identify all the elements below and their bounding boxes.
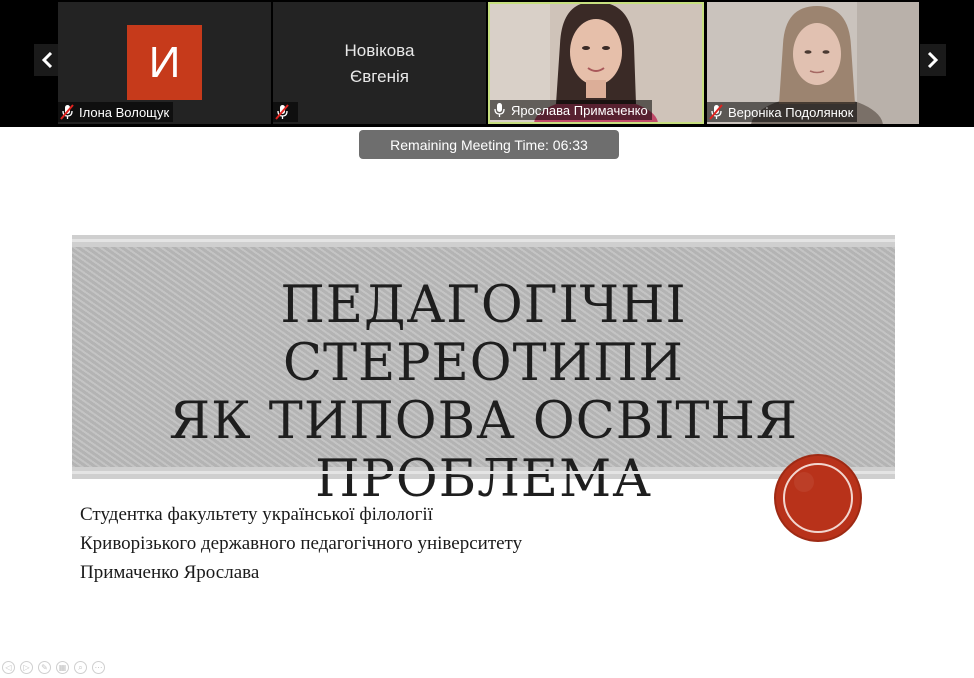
zoom-icon[interactable]: ⌕ xyxy=(74,661,87,674)
mic-muted-icon xyxy=(709,104,723,120)
mic-muted-icon xyxy=(275,104,289,120)
participant-name-label: Ілона Волощук xyxy=(58,102,174,122)
previous-participants-button[interactable] xyxy=(34,44,60,76)
participant-strip: И Ілона Волощук Новікова Євгенія Ярослав… xyxy=(0,0,974,127)
participant-display-name: Новікова Євгенія xyxy=(344,41,415,86)
banner-stripe-bottom xyxy=(72,471,895,474)
participant-name: Ярослава Примаченко xyxy=(511,102,648,118)
mic-icon xyxy=(494,103,505,117)
chevron-left-icon xyxy=(41,52,53,68)
slide-subtitle: Студентка факультету української філолог… xyxy=(80,504,523,583)
next-slide-icon[interactable]: ▷ xyxy=(20,661,33,674)
banner-inner: ПЕДАГОГІЧНІ СТЕРЕОТИПИ ЯК ТИПОВА ОСВІТНЯ… xyxy=(72,247,895,509)
participant-name-label: Вероніка Подолянюк xyxy=(707,102,858,122)
more-options-icon[interactable]: ⋯ xyxy=(92,661,105,674)
red-seal-icon xyxy=(774,454,862,542)
participant-name: Вероніка Подолянюк xyxy=(728,104,854,120)
remaining-meeting-time: Remaining Meeting Time: 06:33 xyxy=(359,130,619,159)
participant-name-label: Ярослава Примаченко xyxy=(490,100,652,120)
slide-title-banner: ПЕДАГОГІЧНІ СТЕРЕОТИПИ ЯК ТИПОВА ОСВІТНЯ… xyxy=(72,235,895,509)
next-participants-button[interactable] xyxy=(920,44,946,76)
participant-name-label xyxy=(273,102,298,122)
chevron-right-icon xyxy=(927,52,939,68)
pen-icon[interactable]: ✎ xyxy=(38,661,51,674)
participant-name: Ілона Волощук xyxy=(79,104,170,120)
previous-slide-icon[interactable]: ◁ xyxy=(2,661,15,674)
participant-tile-4[interactable]: Вероніка Подолянюк xyxy=(707,2,919,124)
slides-grid-icon[interactable]: ▦ xyxy=(56,661,69,674)
slide-title: ПЕДАГОГІЧНІ СТЕРЕОТИПИ ЯК ТИПОВА ОСВІТНЯ… xyxy=(168,276,799,509)
slideshow-toolbar: ◁ ▷ ✎ ▦ ⌕ ⋯ xyxy=(2,661,105,675)
mic-muted-icon xyxy=(60,104,74,120)
participant-tile-3-active-speaker[interactable]: Ярослава Примаченко xyxy=(488,2,704,124)
banner-stripe-top xyxy=(72,239,895,242)
participant-avatar: И xyxy=(127,25,202,100)
participant-tile-2[interactable]: Новікова Євгенія xyxy=(273,2,486,124)
participant-tile-1[interactable]: И Ілона Волощук xyxy=(58,2,271,124)
